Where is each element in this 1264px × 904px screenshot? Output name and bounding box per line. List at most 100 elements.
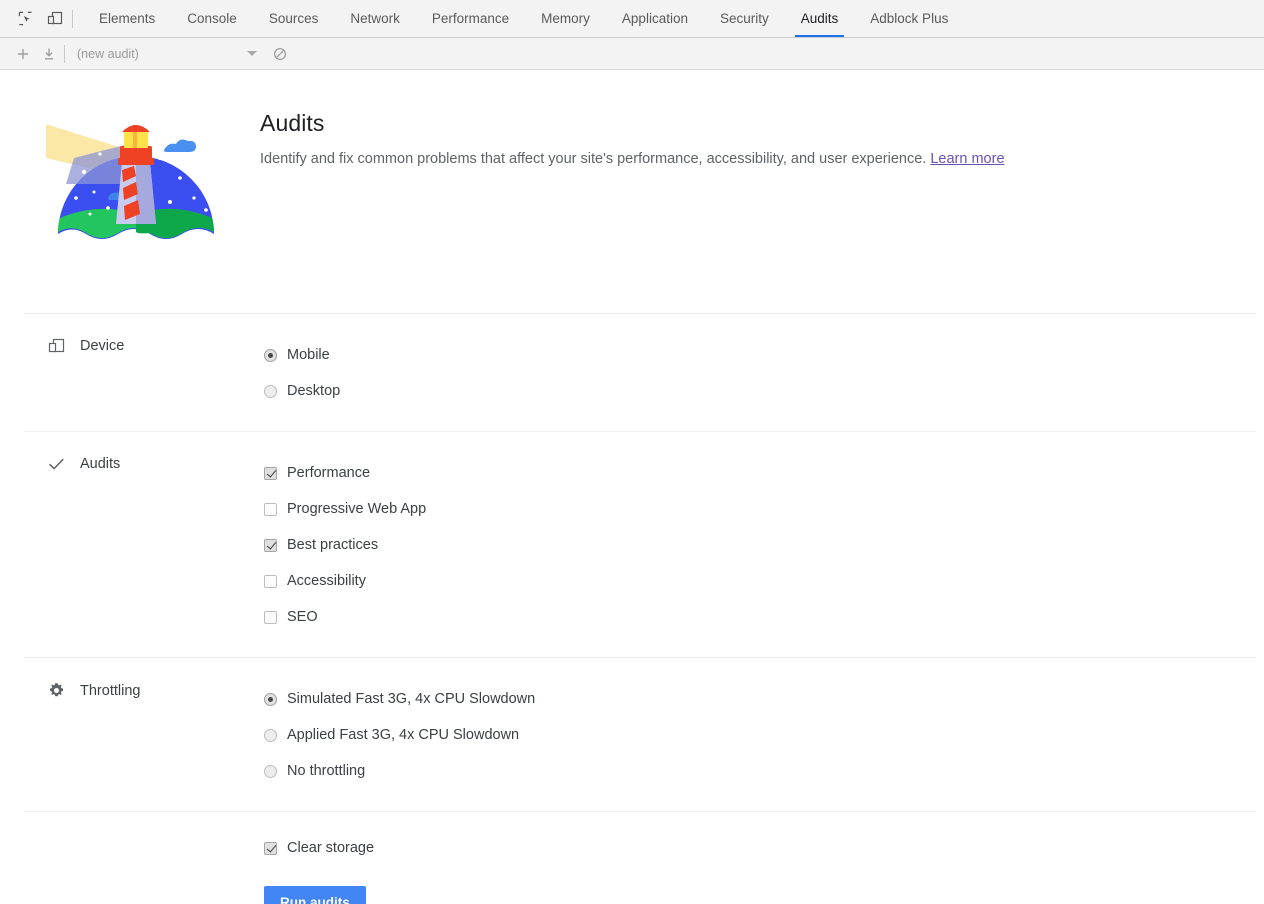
option-label: Simulated Fast 3G, 4x CPU Slowdown [287, 691, 535, 707]
tab-label: Network [350, 11, 400, 26]
tab-console[interactable]: Console [171, 0, 253, 37]
run-audits-button[interactable]: Run audits [264, 886, 366, 904]
option-label: Clear storage [287, 840, 374, 856]
section-throttling-options: Simulated Fast 3G, 4x CPU Slowdown Appli… [264, 680, 1240, 789]
tab-elements[interactable]: Elements [83, 0, 171, 37]
option-label: Applied Fast 3G, 4x CPU Slowdown [287, 727, 519, 743]
tab-network[interactable]: Network [334, 0, 416, 37]
section-audits-header: Audits [24, 454, 264, 472]
section-device: Device Mobile Desktop [0, 314, 1264, 431]
footer-controls: Clear storage Run audits [24, 830, 1240, 904]
lighthouse-illustration [24, 98, 232, 251]
tab-label: Console [187, 11, 237, 26]
checkbox-performance[interactable]: Performance [264, 455, 1240, 491]
plus-glyph [16, 47, 30, 61]
tab-label: Memory [541, 11, 590, 26]
audits-hero: Audits Identify and fix common problems … [0, 70, 1264, 251]
radio-device-desktop[interactable]: Desktop [264, 373, 1240, 409]
option-label: Performance [287, 465, 370, 481]
toolbar-separator [72, 10, 73, 28]
no-entry-glyph [273, 47, 287, 61]
inspect-cursor-glyph [18, 11, 33, 26]
devtools-tabbar: Elements Console Sources Network Perform… [0, 0, 1264, 38]
tab-adblock-plus[interactable]: Adblock Plus [854, 0, 964, 37]
checkbox-progressive-web-app[interactable]: Progressive Web App [264, 491, 1240, 527]
radio-device-mobile[interactable]: Mobile [264, 337, 1240, 373]
audits-description: Identify and fix common problems that af… [260, 149, 1005, 169]
audits-hero-text: Audits Identify and fix common problems … [232, 98, 1005, 169]
gear-glyph [48, 682, 65, 699]
option-label: Progressive Web App [287, 501, 426, 517]
download-arrow-glyph [42, 47, 56, 61]
option-label: Mobile [287, 347, 330, 363]
checkbox-seo[interactable]: SEO [264, 599, 1240, 635]
audit-select-value: (new audit) [77, 47, 247, 61]
checkmark-icon [48, 457, 72, 471]
audits-toolbar-separator [64, 45, 65, 63]
audits-toolbar: (new audit) [0, 38, 1264, 70]
checkbox-best-practices[interactable]: Best practices [264, 527, 1240, 563]
tab-label: Performance [432, 11, 509, 26]
checkbox-indicator [264, 611, 277, 624]
audits-start-view: Audits Identify and fix common problems … [0, 70, 1264, 904]
tab-memory[interactable]: Memory [525, 0, 606, 37]
device-toolbar-icon[interactable] [40, 5, 70, 33]
radio-simulated-throttling[interactable]: Simulated Fast 3G, 4x CPU Slowdown [264, 681, 1240, 717]
tab-label: Sources [269, 11, 319, 26]
add-audit-icon[interactable] [10, 42, 36, 66]
section-device-header: Device [24, 336, 264, 354]
lighthouse-glyph [38, 106, 234, 246]
tab-application[interactable]: Application [606, 0, 704, 37]
tab-label: Elements [99, 11, 155, 26]
tab-sources[interactable]: Sources [253, 0, 335, 37]
radio-indicator [264, 693, 277, 706]
section-footer: Clear storage Run audits [0, 812, 1264, 904]
radio-indicator [264, 729, 277, 742]
panel-tabs: Elements Console Sources Network Perform… [83, 0, 964, 37]
audit-select-dropdown[interactable]: (new audit) [77, 47, 267, 61]
radio-indicator [264, 385, 277, 398]
device-icon [48, 338, 72, 354]
clear-audits-icon[interactable] [267, 42, 293, 66]
hero-spacer [0, 251, 1264, 313]
section-audits-options: Performance Progressive Web App Best pra… [264, 454, 1240, 635]
radio-no-throttling[interactable]: No throttling [264, 753, 1240, 789]
checkbox-accessibility[interactable]: Accessibility [264, 563, 1240, 599]
checkbox-clear-storage[interactable]: Clear storage [264, 830, 1240, 866]
radio-indicator [264, 765, 277, 778]
inspect-cursor-icon[interactable] [10, 5, 40, 33]
section-audits: Audits Performance Progressive Web App B… [0, 432, 1264, 657]
checkbox-indicator [264, 539, 277, 552]
tab-label: Application [622, 11, 688, 26]
option-label: No throttling [287, 763, 365, 779]
checkbox-indicator [264, 503, 277, 516]
section-throttling: Throttling Simulated Fast 3G, 4x CPU Slo… [0, 658, 1264, 811]
tab-security[interactable]: Security [704, 0, 785, 37]
tab-performance[interactable]: Performance [416, 0, 525, 37]
section-throttling-label: Throttling [80, 683, 140, 699]
option-label: Desktop [287, 383, 340, 399]
devtools-window: Elements Console Sources Network Perform… [0, 0, 1264, 904]
device-toolbar-glyph [47, 11, 63, 26]
section-device-options: Mobile Desktop [264, 336, 1240, 409]
chevron-down-icon [247, 51, 257, 56]
radio-indicator [264, 349, 277, 362]
device-glyph [48, 338, 65, 354]
option-label: Accessibility [287, 573, 366, 589]
page-title: Audits [260, 110, 1005, 137]
toolbar-icon-group [0, 0, 83, 37]
tab-label: Adblock Plus [870, 11, 948, 26]
checkbox-indicator [264, 575, 277, 588]
import-audit-icon[interactable] [36, 42, 62, 66]
checkmark-glyph [48, 457, 65, 471]
checkbox-indicator [264, 842, 277, 855]
tab-label: Security [720, 11, 769, 26]
tab-audits[interactable]: Audits [785, 0, 855, 37]
learn-more-link[interactable]: Learn more [930, 151, 1004, 167]
section-audits-label: Audits [80, 456, 120, 472]
section-device-label: Device [80, 338, 124, 354]
radio-applied-throttling[interactable]: Applied Fast 3G, 4x CPU Slowdown [264, 717, 1240, 753]
gear-icon [48, 682, 72, 699]
checkbox-indicator [264, 467, 277, 480]
option-label: Best practices [287, 537, 378, 553]
